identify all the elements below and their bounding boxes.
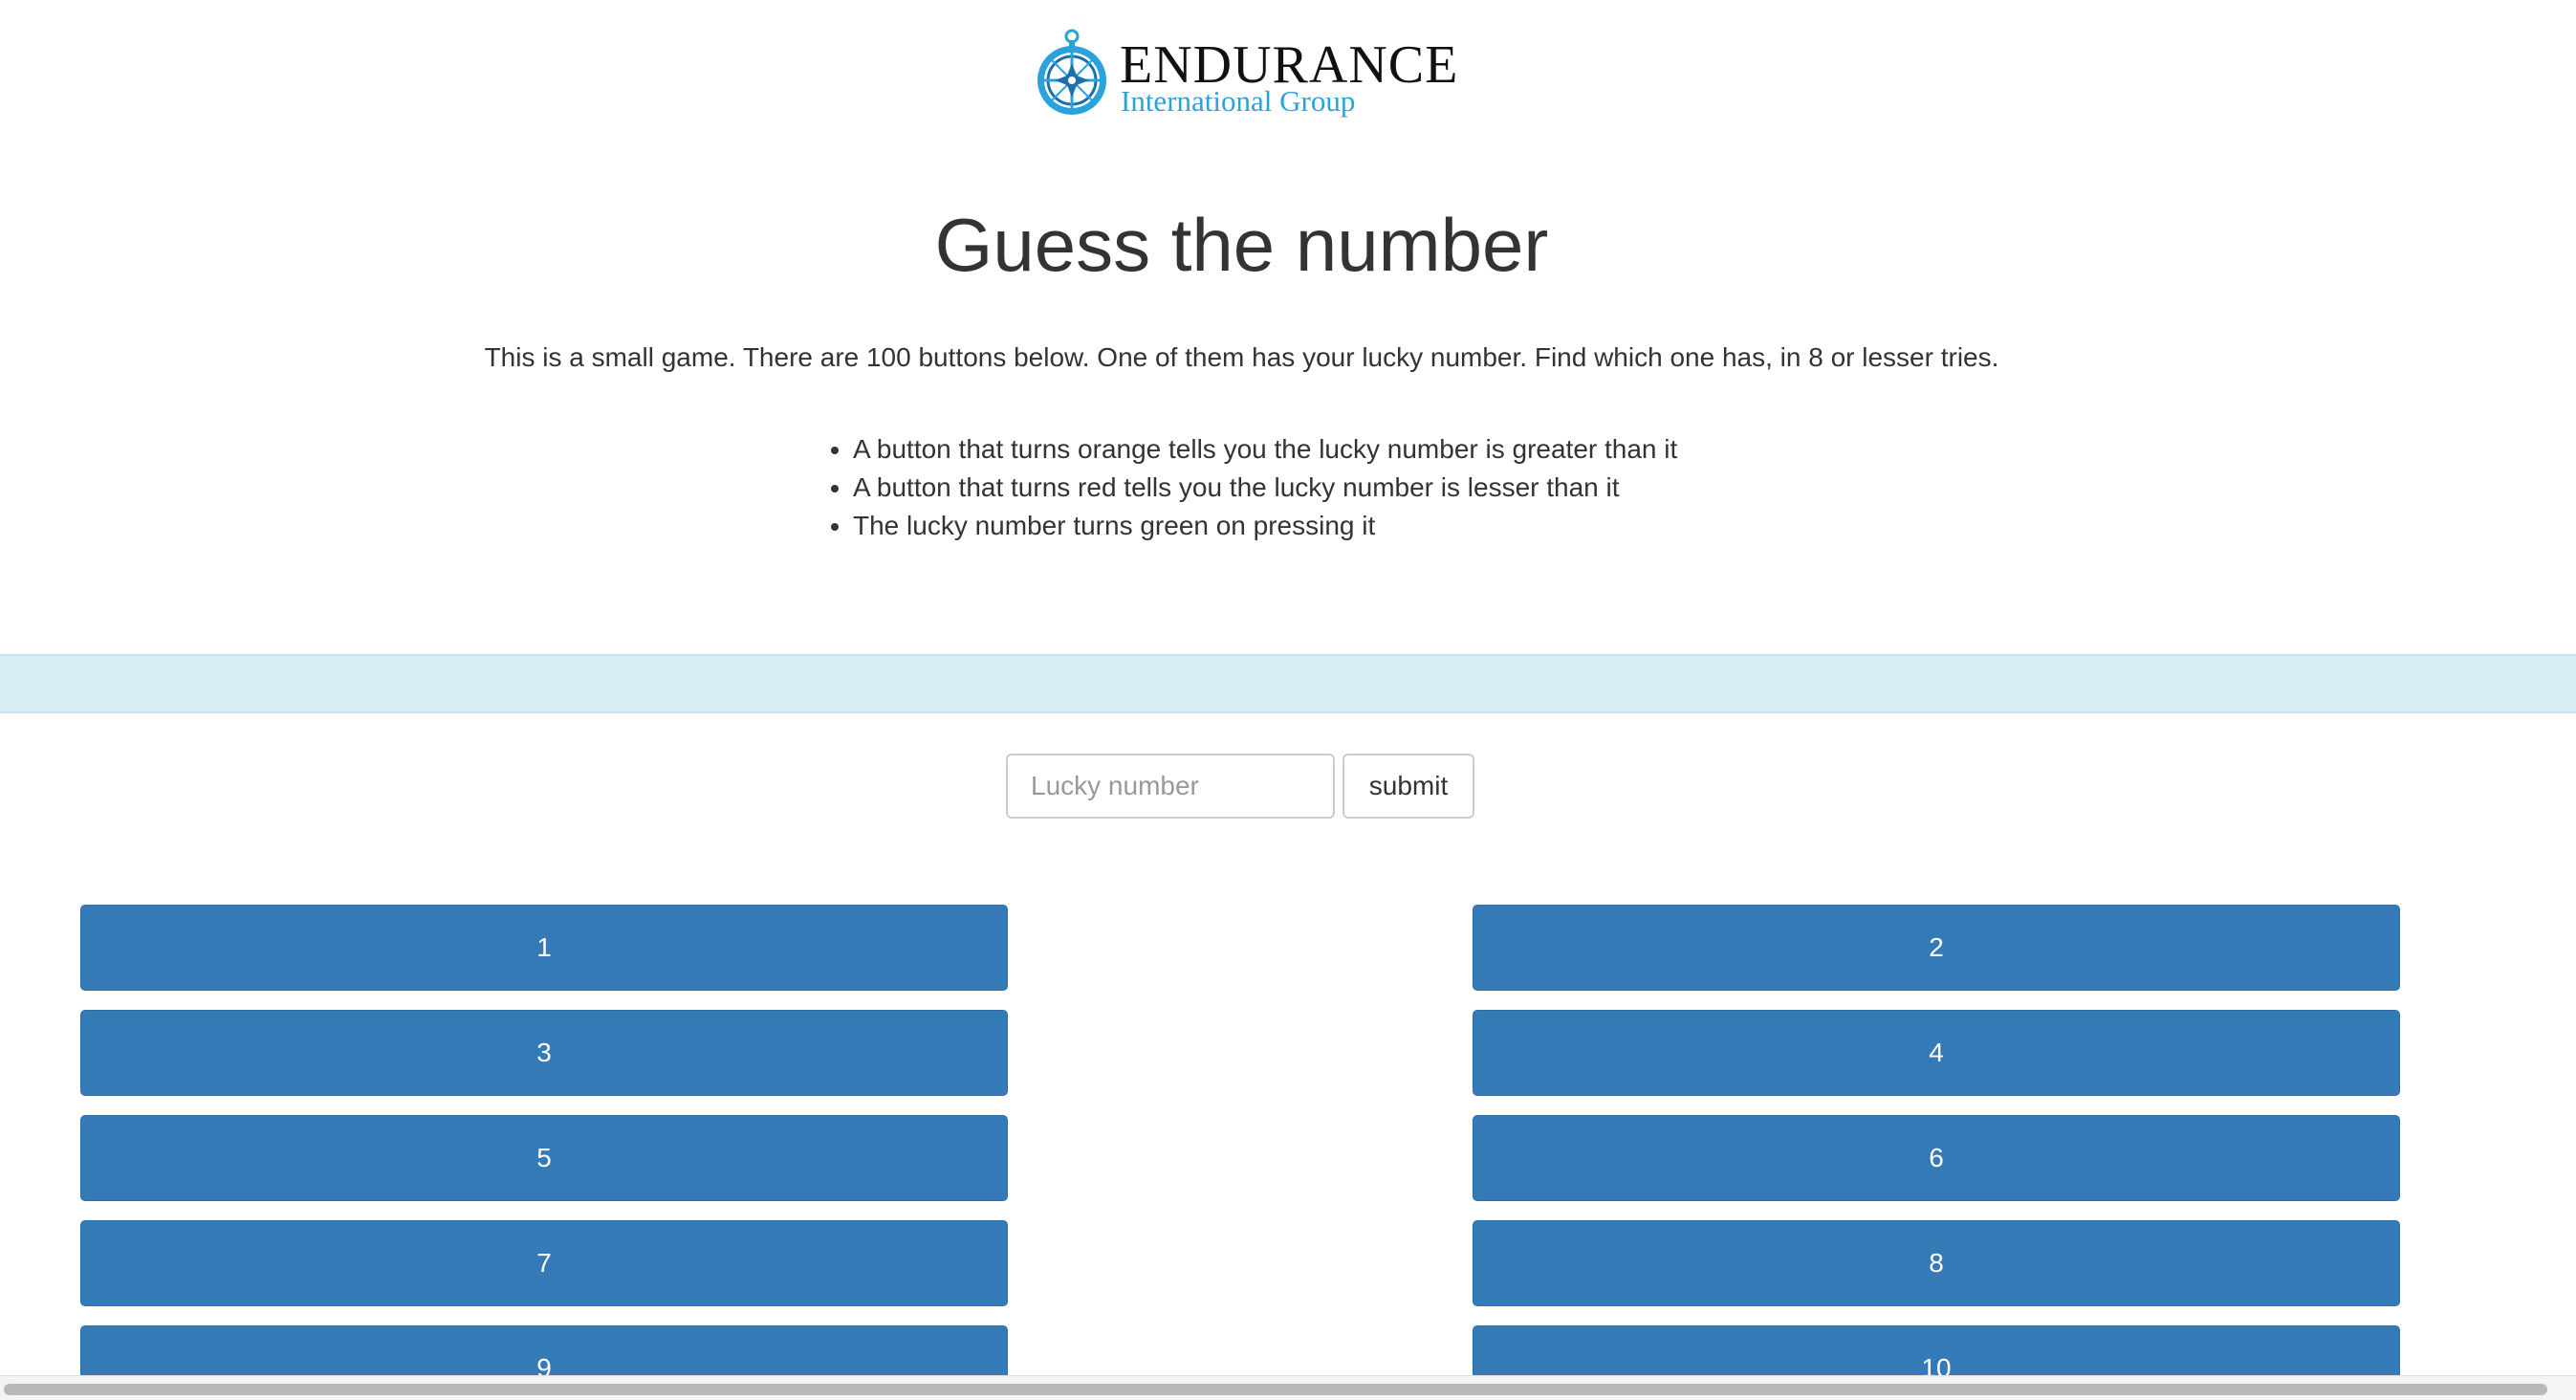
number-button[interactable]: 3 <box>80 1010 1008 1096</box>
scrollbar-thumb[interactable] <box>4 1384 2547 1395</box>
submit-button[interactable]: submit <box>1343 754 1474 819</box>
number-button[interactable]: 1 <box>80 905 1008 991</box>
compass-logo-icon <box>1037 29 1106 115</box>
number-button[interactable]: 7 <box>80 1220 1008 1306</box>
horizontal-scrollbar[interactable] <box>0 1375 2576 1400</box>
rule-item: The lucky number turns green on pressing… <box>853 507 1677 545</box>
number-buttons-grid: 1 2 3 4 5 6 7 8 9 10 <box>80 905 2400 1375</box>
intro-text: This is a small game. There are 100 butt… <box>484 342 1999 372</box>
info-band <box>0 654 2576 713</box>
page-title: Guess the number <box>934 203 1549 287</box>
number-button[interactable]: 6 <box>1473 1115 2400 1201</box>
number-button[interactable]: 8 <box>1473 1220 2400 1306</box>
number-button[interactable]: 5 <box>80 1115 1008 1201</box>
rule-item: A button that turns orange tells you the… <box>853 430 1677 469</box>
rules-list: A button that turns orange tells you the… <box>815 430 1677 545</box>
rule-item: A button that turns red tells you the lu… <box>853 469 1677 507</box>
company-logo: ENDURANCE International Group <box>1033 27 1457 119</box>
lucky-number-input[interactable] <box>1006 754 1335 819</box>
logo-subtitle: International Group <box>1121 84 1356 118</box>
number-button[interactable]: 4 <box>1473 1010 2400 1096</box>
number-button[interactable]: 10 <box>1473 1325 2400 1375</box>
number-button[interactable]: 2 <box>1473 905 2400 991</box>
number-button[interactable]: 9 <box>80 1325 1008 1375</box>
